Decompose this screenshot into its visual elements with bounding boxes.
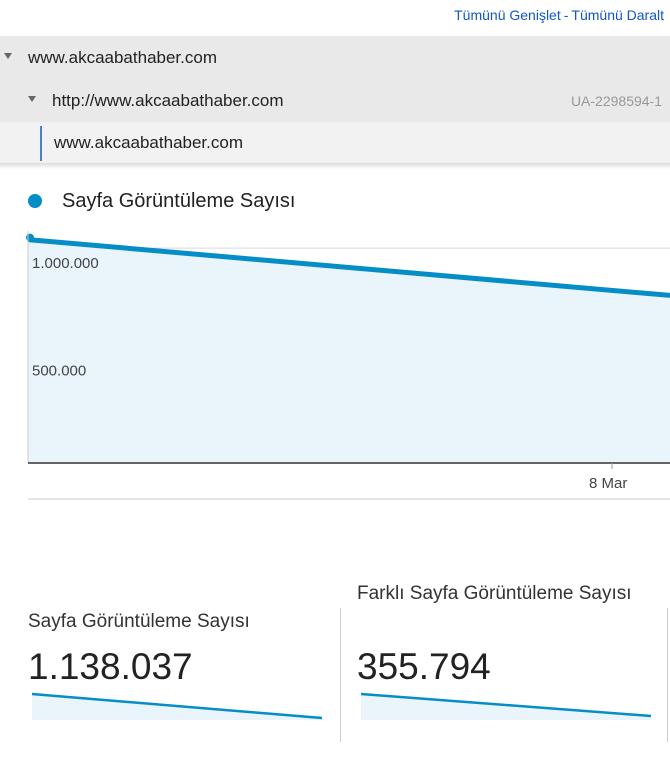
- panel-divider: [0, 163, 670, 169]
- expand-all-link[interactable]: Tümünü Genişlet: [454, 7, 561, 23]
- metric-divider: [340, 608, 341, 742]
- tree-item-property[interactable]: http://www.akcaabathaber.com UA-2298594-…: [0, 79, 670, 122]
- metric-value: 1.138.037: [28, 646, 193, 687]
- x-tick-label: 8 Mar: [589, 475, 627, 492]
- account-tree: www.akcaabathaber.com http://www.akcaaba…: [0, 36, 670, 163]
- tree-item-account[interactable]: www.akcaabathaber.com: [0, 36, 670, 79]
- caret-down-icon[interactable]: [4, 53, 12, 59]
- property-name: http://www.akcaabathaber.com: [52, 91, 284, 110]
- view-name: www.akcaabathaber.com: [54, 133, 243, 152]
- y-tick-label: 1.000.000: [32, 255, 99, 272]
- sparkline-chart: [361, 692, 652, 720]
- pageviews-chart: 1.000.000 500.000 8 Mar: [0, 225, 670, 510]
- legend-dot-icon: [28, 194, 42, 208]
- account-name: www.akcaabathaber.com: [28, 48, 217, 67]
- metrics-summary: Sayfa Görüntüleme Sayısı 1.138.037 Farkl…: [0, 570, 670, 750]
- y-tick-label: 500.000: [32, 363, 86, 380]
- metric-label: Sayfa Görüntüleme Sayısı: [28, 611, 250, 632]
- link-separator: -: [563, 7, 569, 23]
- series-area: [28, 239, 670, 463]
- chart-svg: 1.000.000 500.000 8 Mar: [26, 231, 670, 500]
- sparkline-chart: [32, 692, 323, 720]
- expand-collapse-links: Tümünü Genişlet - Tümünü Daralt: [454, 7, 664, 23]
- property-id: UA-2298594-1: [570, 93, 662, 109]
- legend-label: Sayfa Görüntüleme Sayısı: [62, 190, 296, 212]
- metric-label: Farklı Sayfa Görüntüleme Sayısı: [357, 583, 632, 604]
- series-point: [26, 233, 34, 242]
- metric-pageviews[interactable]: Sayfa Görüntüleme Sayısı 1.138.037: [28, 570, 340, 742]
- metric-value: 355.794: [357, 646, 491, 687]
- top-action-bar: Tümünü Genişlet - Tümünü Daralt: [0, 0, 670, 36]
- metric-unique-pageviews[interactable]: Farklı Sayfa Görüntüleme Sayısı 355.794: [357, 570, 667, 742]
- selected-indicator: [40, 126, 42, 161]
- caret-down-icon[interactable]: [28, 96, 36, 102]
- tree-item-view[interactable]: www.akcaabathaber.com: [0, 122, 670, 163]
- metric-divider: [667, 608, 668, 742]
- collapse-all-link[interactable]: Tümünü Daralt: [571, 7, 664, 23]
